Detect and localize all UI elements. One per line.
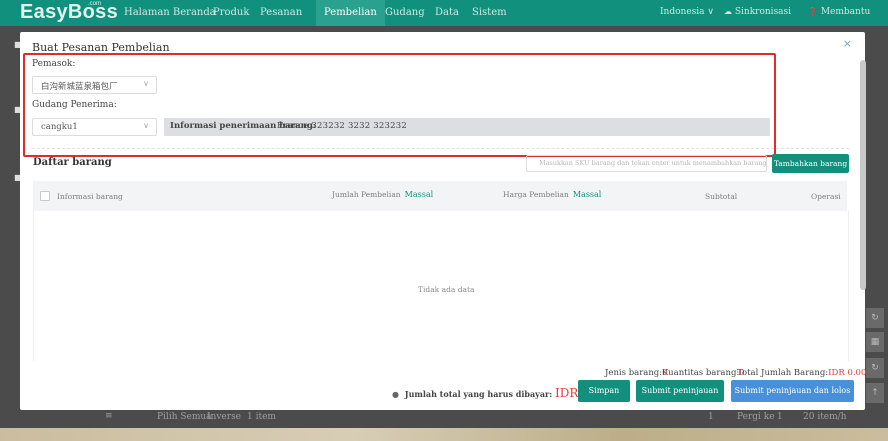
bg-page-size: 20 item/h xyxy=(803,412,847,422)
nav-item-system[interactable]: Sistem xyxy=(472,7,507,18)
add-item-button[interactable]: Tambahkan barang xyxy=(772,154,849,173)
item-types-label: Jenis barang: xyxy=(605,368,663,378)
help-icon: ❓ xyxy=(808,7,818,16)
select-all-checkbox[interactable] xyxy=(40,191,50,201)
bg-goto-label: Pergi ke xyxy=(737,412,775,422)
background-strip xyxy=(0,428,888,441)
bulk-price-link[interactable]: Massal xyxy=(573,190,602,199)
warehouse-value: cangku1 xyxy=(41,122,78,132)
total-qty-value: IDR 0.00 xyxy=(828,368,867,378)
col-operation: Operasi xyxy=(811,192,841,201)
app-logo[interactable]: EasyBoss xyxy=(20,1,118,24)
dialog-scrollbar[interactable] xyxy=(860,60,866,290)
quantity-label: Kuantitas barang: xyxy=(662,368,740,378)
nav-item-warehouse[interactable]: Gudang xyxy=(385,7,425,18)
receiving-info-value: France 323232 3232 323232 xyxy=(277,121,407,131)
sku-search-input[interactable]: Masukkan SKU barang dan tekan enter untu… xyxy=(526,155,767,172)
col-price: Harga Pembelian Massal xyxy=(503,190,601,199)
sync-link[interactable]: ☁ Sinkronisasi xyxy=(724,7,791,17)
total-payable: ● Jumlah total yang harus dibayar: IDR0.… xyxy=(392,386,605,400)
col-price-label: Harga Pembelian xyxy=(503,190,569,199)
warehouse-label: Gudang Penerima: xyxy=(32,100,117,110)
help-label: Membantu xyxy=(820,7,871,17)
quantity-summary: Kuantitas barang:0 xyxy=(662,368,745,378)
bg-select-all: Pilih Semua xyxy=(157,412,212,422)
grid-icon: ▦ xyxy=(866,332,884,352)
refresh-icon: ↻ xyxy=(866,308,884,328)
items-table-header: Informasi barang Jumlah Pembelian Massal … xyxy=(33,181,847,211)
nav-item-purchase[interactable]: Pembelian xyxy=(316,0,385,26)
close-icon[interactable]: × xyxy=(843,37,852,50)
chevron-down-icon: ∨ xyxy=(143,79,149,88)
nav-item-data[interactable]: Data xyxy=(435,7,459,18)
col-quantity-label: Jumlah Pembelian xyxy=(332,190,401,199)
col-quantity: Jumlah Pembelian Massal xyxy=(332,190,433,199)
region-selector[interactable]: Indonesia ∨ xyxy=(660,7,714,17)
bg-inverse: Inverse xyxy=(207,412,242,422)
supplier-value: 白沟新城蓝泉箱包厂 xyxy=(41,82,118,92)
col-subtotal: Subtotal xyxy=(705,192,738,201)
chevron-down-icon: ∨ xyxy=(143,121,149,130)
total-payable-label: Jumlah total yang harus dibayar: xyxy=(404,389,553,399)
total-qty-summary: Total Jumlah Barang:IDR 0.00 xyxy=(737,368,866,378)
bg-page-number: 1 xyxy=(708,412,714,422)
items-section-title: Daftar barang xyxy=(33,157,112,168)
logo-suffix: .com xyxy=(88,1,102,7)
submit-review-approve-button[interactable]: Submit peninjauan dan lolos xyxy=(731,380,854,402)
highlight-box xyxy=(23,53,776,157)
divider xyxy=(32,148,849,149)
warehouse-select[interactable]: cangku1 ∨ xyxy=(32,118,157,136)
cloud-icon: ☁ xyxy=(724,7,732,16)
top-nav: EasyBoss .com Halaman Beranda Produk Pes… xyxy=(0,0,888,26)
nav-item-home[interactable]: Halaman Beranda xyxy=(124,7,216,18)
sync-label: Sinkronisasi xyxy=(734,7,792,17)
supplier-select[interactable]: 白沟新城蓝泉箱包厂 ∨ xyxy=(32,76,157,94)
submit-review-button[interactable]: Submit peninjauan xyxy=(636,380,724,402)
receiving-info-bar: Informasi penerimaan barang: France 3232… xyxy=(164,118,770,136)
bg-item-count: 1 item xyxy=(247,412,276,422)
help-link[interactable]: ❓ Membantu xyxy=(808,7,870,17)
nav-item-products[interactable]: Produk xyxy=(213,7,249,18)
bulk-quantity-link[interactable]: Massal xyxy=(405,190,434,199)
save-button[interactable]: Simpan xyxy=(578,380,630,402)
col-item-info: Informasi barang xyxy=(57,192,123,201)
empty-state-text: Tidak ada data xyxy=(418,285,475,294)
info-icon: ● xyxy=(392,390,399,399)
total-qty-label: Total Jumlah Barang: xyxy=(737,368,829,378)
bg-goto-value: 1 xyxy=(777,412,783,422)
nav-item-orders[interactable]: Pesanan xyxy=(260,7,302,18)
item-types-summary: Jenis barang:0 xyxy=(605,368,668,378)
refresh-icon: ↻ xyxy=(866,358,884,378)
supplier-label: Pemasok: xyxy=(32,59,76,69)
up-icon: ↑ xyxy=(866,383,884,403)
menu-icon: ≡ xyxy=(105,411,113,421)
